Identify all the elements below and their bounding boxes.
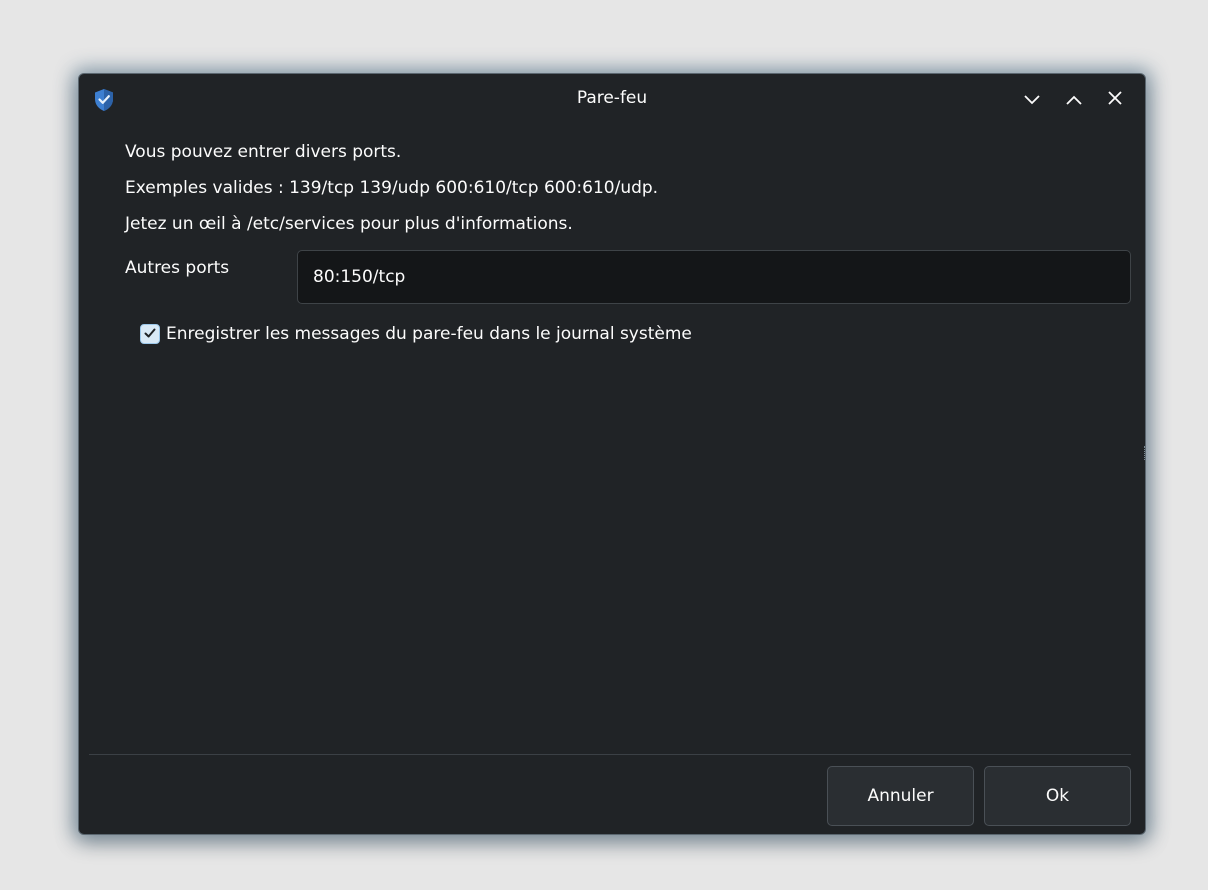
info-text-intro: Vous pouvez entrer divers ports. xyxy=(125,142,402,162)
minimize-button[interactable] xyxy=(1020,88,1044,112)
checkmark-icon xyxy=(143,325,157,344)
resize-grip[interactable] xyxy=(1144,446,1148,460)
window-title: Pare-feu xyxy=(576,88,648,108)
close-icon xyxy=(1107,90,1123,110)
info-text-examples: Exemples valides : 139/tcp 139/udp 600:6… xyxy=(125,178,659,198)
log-messages-checkbox[interactable] xyxy=(140,324,160,344)
ok-button[interactable]: Ok xyxy=(984,766,1131,826)
button-separator xyxy=(89,754,1131,755)
other-ports-label: Autres ports xyxy=(125,258,230,278)
desktop-background: Pare-feu Vous pouvez entrer divers ports… xyxy=(0,0,1208,890)
firewall-dialog: Pare-feu Vous pouvez entrer divers ports… xyxy=(78,73,1146,835)
other-ports-input[interactable] xyxy=(297,250,1131,304)
log-messages-label: Enregistrer les messages du pare-feu dan… xyxy=(166,324,692,344)
chevron-down-icon xyxy=(1023,91,1041,110)
close-button[interactable] xyxy=(1103,88,1127,112)
maximize-button[interactable] xyxy=(1062,88,1086,112)
chevron-up-icon xyxy=(1065,91,1083,110)
cancel-button[interactable]: Annuler xyxy=(827,766,974,826)
log-messages-checkbox-row[interactable]: Enregistrer les messages du pare-feu dan… xyxy=(140,324,692,344)
info-text-services: Jetez un œil à /etc/services pour plus d… xyxy=(125,214,573,234)
title-bar[interactable]: Pare-feu xyxy=(79,74,1145,126)
